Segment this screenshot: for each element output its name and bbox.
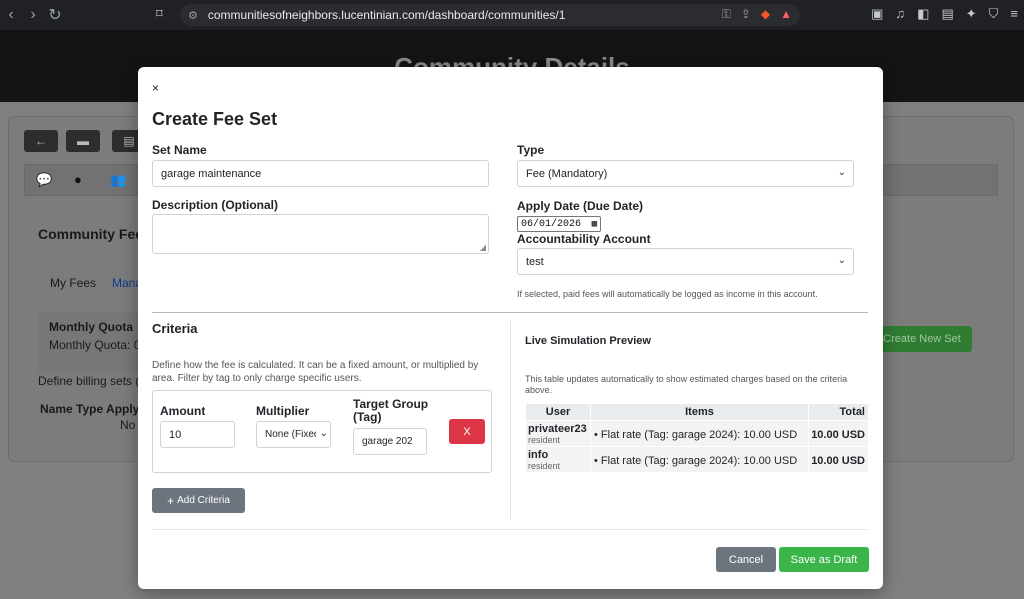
type-select[interactable]: Fee (Mandatory) ⌄ — [517, 160, 854, 187]
modal-title: Create Fee Set — [152, 109, 278, 129]
share-icon[interactable]: ⇪ — [741, 7, 751, 22]
items-cell: • Flat rate (Tag: garage 2024): 10.00 US… — [590, 420, 809, 447]
preview-title: Live Simulation Preview — [525, 335, 651, 347]
sidebar-icon[interactable]: ◧ — [917, 6, 929, 22]
leo-ai-icon[interactable]: ✦ — [966, 6, 977, 22]
user-cell: privateer23 resident — [525, 420, 591, 447]
add-criteria-label: Add Criteria — [177, 495, 230, 506]
type-value: Fee (Mandatory) — [526, 167, 608, 180]
amount-label: Amount — [160, 404, 206, 418]
apply-date-label: Apply Date (Due Date) — [517, 199, 644, 213]
preview-description: This table updates automatically to show… — [525, 374, 848, 395]
save-draft-button[interactable]: Save as Draft — [779, 547, 869, 572]
section-title: Community Fee — [38, 226, 144, 242]
user-name: info — [528, 449, 549, 461]
key-icon[interactable]: ⚿ — [722, 7, 731, 22]
brave-rewards-icon[interactable]: ▲ — [780, 7, 792, 22]
forward-arrow-icon[interactable]: › — [22, 0, 44, 30]
set-name-value: garage maintenance — [161, 167, 262, 180]
reload-icon[interactable]: ↻ — [44, 0, 66, 30]
target-group-label: Target Group (Tag) — [353, 398, 428, 424]
cancel-button[interactable]: Cancel — [716, 547, 776, 572]
section-divider — [152, 312, 868, 313]
billing-text: Define billing sets (e — [38, 374, 147, 388]
quota-title: Monthly Quota — [49, 320, 133, 334]
wallet-icon[interactable]: ▤ — [941, 6, 953, 22]
target-tag-input[interactable]: garage 202 — [353, 428, 427, 455]
plus-icon: + — [167, 493, 175, 508]
col-items: Items — [590, 403, 809, 421]
resize-handle-icon[interactable]: ◢ — [480, 243, 486, 252]
preview-table: User Items Total privateer23 resident • … — [525, 403, 869, 473]
comments-icon[interactable]: 💬 — [36, 172, 52, 188]
close-icon[interactable]: × — [152, 81, 159, 95]
vpn-icon[interactable]: ⛉ — [989, 6, 999, 22]
table-row: privateer23 resident • Flat rate (Tag: g… — [525, 420, 869, 447]
user-role: resident — [528, 461, 561, 471]
items-cell: • Flat rate (Tag: garage 2024): 10.00 US… — [590, 446, 809, 473]
table-row: info resident • Flat rate (Tag: garage 2… — [525, 446, 869, 473]
criteria-title: Criteria — [152, 321, 198, 336]
total-cell: 10.00 USD — [808, 446, 869, 473]
remove-criteria-button[interactable]: X — [449, 419, 485, 444]
total-cell: 10.00 USD — [808, 420, 869, 447]
multiplier-select[interactable]: None (Fixed) ⌄ — [256, 421, 331, 448]
criteria-description: Define how the fee is calculated. It can… — [152, 360, 479, 384]
user-cell: info resident — [525, 446, 591, 473]
account-value: test — [526, 255, 544, 268]
arrow-left-icon: ← — [35, 134, 47, 148]
tab-my-fees[interactable]: My Fees — [50, 276, 96, 290]
quota-subtitle: Monthly Quota: 0 — [49, 338, 141, 352]
preview-header-row: User Items Total — [525, 403, 869, 421]
account-label: Accountability Account — [517, 232, 651, 246]
chevron-down-icon: ⌄ — [837, 255, 846, 266]
create-new-set-button[interactable]: Create New Set — [872, 326, 972, 352]
target-tag-value: garage 202 — [362, 436, 413, 447]
column-divider — [510, 321, 511, 519]
back-arrow-icon[interactable]: ‹ — [0, 0, 22, 30]
apply-date-value: 06/01/2026 — [521, 218, 582, 230]
users-icon[interactable]: 👥 — [110, 172, 126, 188]
card-button[interactable]: ▬ — [66, 130, 100, 152]
bookmark-icon[interactable]: ⌑ — [156, 6, 163, 22]
credit-card-icon: ▬ — [77, 134, 89, 148]
user-role: resident — [528, 435, 561, 445]
set-name-label: Set Name — [152, 143, 207, 157]
site-settings-icon[interactable]: ⚙ — [188, 9, 198, 22]
menu-icon[interactable]: ≡ — [1010, 6, 1018, 22]
chevron-down-icon: ⌄ — [837, 167, 846, 178]
target-label-line1: Target Group — [353, 397, 429, 411]
multiplier-value: None (Fixed) — [265, 429, 316, 440]
alert-icon[interactable]: ● — [74, 172, 82, 187]
back-button[interactable]: ← — [24, 130, 58, 152]
amount-input[interactable]: 10 — [160, 421, 235, 448]
id-card-icon: ▤ — [123, 134, 135, 148]
add-criteria-button[interactable]: + Add Criteria — [152, 488, 245, 513]
reader-icon[interactable]: ▣ — [871, 6, 883, 22]
table-empty: No — [120, 418, 136, 432]
brave-shield-icon[interactable]: ◆ — [761, 7, 770, 22]
target-label-line2: (Tag) — [353, 410, 382, 424]
set-name-input[interactable]: garage maintenance — [152, 160, 489, 187]
user-name: privateer23 — [528, 423, 587, 435]
description-textarea[interactable]: ◢ — [152, 214, 489, 254]
address-bar[interactable]: ⚙ communitiesofneighbors.lucentinian.com… — [180, 4, 800, 26]
account-select[interactable]: test ⌄ — [517, 248, 854, 275]
type-label: Type — [517, 143, 545, 157]
amount-value: 10 — [169, 428, 182, 441]
apply-date-input[interactable]: 06/01/2026 ▦ — [517, 216, 601, 232]
calendar-icon[interactable]: ▦ — [592, 219, 597, 229]
col-total: Total — [808, 403, 869, 421]
footer-divider — [152, 529, 868, 530]
description-label: Description (Optional) — [152, 198, 278, 212]
chevron-down-icon: ⌄ — [319, 428, 328, 439]
account-help-text: If selected, paid fees will automaticall… — [517, 289, 818, 299]
multiplier-label: Multiplier — [256, 404, 310, 418]
browser-toolbar: ‹ › ↻ ⌑ ⚙ communitiesofneighbors.lucenti… — [0, 0, 1024, 30]
music-icon[interactable]: ♫ — [895, 6, 905, 22]
url-text: communitiesofneighbors.lucentinian.com/d… — [207, 8, 566, 22]
table-header: Name Type Apply — [40, 402, 140, 416]
create-fee-set-modal: × Create Fee Set Set Name garage mainten… — [138, 67, 883, 589]
col-user: User — [525, 403, 591, 421]
